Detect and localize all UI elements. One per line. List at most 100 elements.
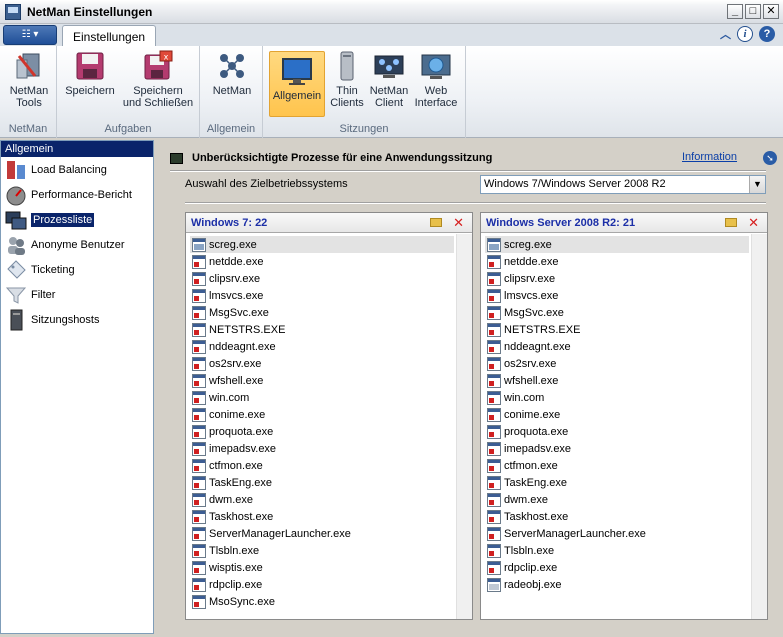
thin-clients-button[interactable]: Thin Clients — [329, 50, 365, 109]
list-item[interactable]: ServerManagerLauncher.exe — [190, 525, 454, 542]
list-item[interactable]: Taskhost.exe — [485, 508, 749, 525]
info-icon[interactable]: i — [737, 26, 753, 42]
list-item[interactable]: proquota.exe — [190, 423, 454, 440]
list-item[interactable]: rdpclip.exe — [485, 559, 749, 576]
sidebar-item-sitzungshosts[interactable]: Sitzungshosts — [1, 307, 153, 332]
session-host-icon — [5, 309, 27, 331]
process-name: proquota.exe — [209, 425, 274, 438]
list-item[interactable]: proquota.exe — [485, 423, 749, 440]
list-item[interactable]: netdde.exe — [485, 253, 749, 270]
list-item[interactable]: win.com — [190, 389, 454, 406]
list-item[interactable]: dwm.exe — [485, 491, 749, 508]
exe-file-icon — [192, 390, 206, 405]
monitor-icon — [281, 55, 313, 87]
netman-client-button[interactable]: NetMan Client — [367, 50, 411, 109]
list-item[interactable]: rdpclip.exe — [190, 576, 454, 593]
list-item[interactable]: wfshell.exe — [190, 372, 454, 389]
sidebar-item-ticketing[interactable]: Ticketing — [1, 257, 153, 282]
list-item[interactable]: screg.exe — [485, 236, 749, 253]
sidebar-item-filter[interactable]: Filter — [1, 282, 153, 307]
ribbon-group-netman: NetMan Tools NetMan — [0, 46, 57, 138]
anonymous-users-icon — [5, 234, 27, 256]
load-balancing-icon — [5, 159, 27, 181]
list-item[interactable]: wfshell.exe — [485, 372, 749, 389]
list-item[interactable]: ctfmon.exe — [485, 457, 749, 474]
help-icon[interactable]: ? — [759, 26, 775, 42]
list-item[interactable]: Tlsbln.exe — [485, 542, 749, 559]
netman-button[interactable]: NetMan — [207, 50, 257, 97]
sidebar-item-performance[interactable]: Performance-Bericht — [1, 182, 153, 207]
app-menu-button[interactable]: ☷ ▾ — [3, 25, 57, 45]
exe-file-icon — [192, 407, 206, 422]
delete-icon[interactable]: ✕ — [453, 215, 464, 231]
list-item[interactable]: MsoSync.exe — [190, 593, 454, 610]
exe-file-icon — [192, 254, 206, 269]
list-item[interactable]: NETSTRS.EXE — [485, 321, 749, 338]
list-item[interactable]: os2srv.exe — [190, 355, 454, 372]
list-item[interactable]: screg.exe — [190, 236, 454, 253]
netman-tools-button[interactable]: NetMan Tools — [5, 50, 53, 109]
list-item[interactable]: ServerManagerLauncher.exe — [485, 525, 749, 542]
process-name: nddeagnt.exe — [504, 340, 571, 353]
list-item[interactable]: MsgSvc.exe — [190, 304, 454, 321]
close-button[interactable]: ✕ — [763, 4, 779, 19]
maximize-button[interactable]: □ — [745, 4, 761, 19]
os-select[interactable]: Windows 7/Windows Server 2008 R2 ▼ — [480, 175, 766, 194]
list-item[interactable]: NETSTRS.EXE — [190, 321, 454, 338]
web-interface-button[interactable]: Web Interface — [411, 50, 461, 109]
exe-file-icon — [487, 424, 501, 439]
folder-icon[interactable] — [725, 218, 737, 227]
exe-file-icon — [192, 458, 206, 473]
list-item[interactable]: radeobj.exe — [485, 576, 749, 593]
list-item[interactable]: dwm.exe — [190, 491, 454, 508]
list-item[interactable]: wisptis.exe — [190, 559, 454, 576]
list-item[interactable]: ctfmon.exe — [190, 457, 454, 474]
list-item[interactable]: os2srv.exe — [485, 355, 749, 372]
list-item[interactable]: lmsvcs.exe — [190, 287, 454, 304]
scrollbar[interactable] — [456, 234, 472, 619]
process-name: netdde.exe — [504, 255, 559, 268]
sidebar-item-anonyme-benutzer[interactable]: Anonyme Benutzer — [1, 232, 153, 257]
list-item[interactable]: Taskhost.exe — [190, 508, 454, 525]
list-item[interactable]: MsgSvc.exe — [485, 304, 749, 321]
exe-file-icon — [487, 237, 501, 252]
list-item[interactable]: nddeagnt.exe — [485, 338, 749, 355]
list-item[interactable]: win.com — [485, 389, 749, 406]
arrow-down-right-icon[interactable]: ➘ — [763, 151, 777, 165]
sessions-general-button[interactable]: Allgemein — [269, 51, 325, 117]
process-name: MsgSvc.exe — [504, 306, 564, 319]
sidebar-item-prozessliste[interactable]: Prozessliste — [1, 207, 153, 232]
process-name: MsgSvc.exe — [209, 306, 269, 319]
collapse-ribbon-icon[interactable]: ︿ — [720, 26, 731, 42]
delete-icon[interactable]: ✕ — [748, 215, 759, 231]
list-item[interactable]: conime.exe — [485, 406, 749, 423]
exe-file-icon — [192, 373, 206, 388]
list-item[interactable]: Tlsbln.exe — [190, 542, 454, 559]
scrollbar[interactable] — [751, 234, 767, 619]
list-item[interactable]: imepadsv.exe — [190, 440, 454, 457]
list-item[interactable]: imepadsv.exe — [485, 440, 749, 457]
folder-icon[interactable] — [430, 218, 442, 227]
list-item[interactable]: nddeagnt.exe — [190, 338, 454, 355]
exe-file-icon — [487, 407, 501, 422]
list-item[interactable]: clipsrv.exe — [485, 270, 749, 287]
tab-einstellungen[interactable]: Einstellungen — [62, 25, 157, 46]
exe-file-icon — [487, 305, 501, 320]
save-and-close-button[interactable]: x Speichern und Schließen — [119, 50, 197, 109]
exe-file-icon — [192, 509, 206, 524]
list-item[interactable]: conime.exe — [190, 406, 454, 423]
save-button[interactable]: Speichern — [63, 50, 117, 97]
tools-icon — [13, 50, 45, 82]
sidebar-item-load-balancing[interactable]: Load Balancing — [1, 157, 153, 182]
minimize-button[interactable]: _ — [727, 4, 743, 19]
process-list: screg.exe netdde.exe clipsrv.exe lmsvcs.exe… — [485, 236, 749, 593]
chevron-down-icon[interactable]: ▼ — [749, 176, 765, 193]
ribbon-group-aufgaben: Speichern x Speichern und Schließen Aufg… — [57, 46, 200, 138]
information-link[interactable]: Information — [682, 151, 737, 163]
exe-file-icon — [192, 475, 206, 490]
list-item[interactable]: clipsrv.exe — [190, 270, 454, 287]
list-item[interactable]: lmsvcs.exe — [485, 287, 749, 304]
list-item[interactable]: TaskEng.exe — [190, 474, 454, 491]
list-item[interactable]: TaskEng.exe — [485, 474, 749, 491]
list-item[interactable]: netdde.exe — [190, 253, 454, 270]
